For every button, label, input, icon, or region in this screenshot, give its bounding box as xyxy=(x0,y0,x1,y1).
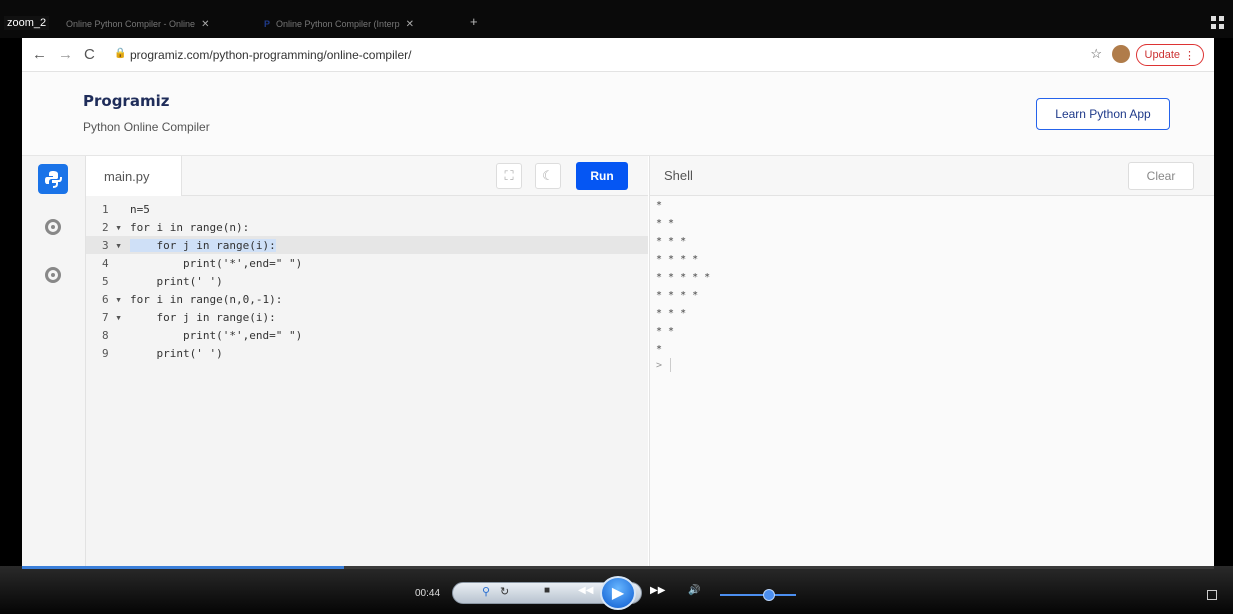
new-tab-icon[interactable]: + xyxy=(470,14,478,29)
code-text: n=5 xyxy=(130,202,150,216)
output-line: * * xyxy=(656,325,675,337)
code-line[interactable]: 8 print('*',end=" ") xyxy=(86,326,648,344)
line-number: 8 xyxy=(102,328,109,342)
shell-caret xyxy=(670,358,671,372)
browser-window: ← → C 🔒 programiz.com/python-programming… xyxy=(22,38,1214,584)
output-line: * * * xyxy=(656,235,687,247)
line-number: 6 ▾ xyxy=(102,292,122,306)
run-button[interactable]: Run xyxy=(576,162,628,190)
code-text: for i in range(n): xyxy=(130,220,250,234)
grid-icon[interactable] xyxy=(1211,16,1225,30)
dark-mode-icon[interactable]: ☾ xyxy=(535,163,561,189)
play-icon: ▶ xyxy=(611,585,625,602)
update-label: Update xyxy=(1144,49,1180,61)
window-title: zoom_2 xyxy=(4,16,50,30)
output-line: * * * xyxy=(656,307,687,319)
code-text: print('*',end=" ") xyxy=(130,328,303,342)
tab-label: Online Python Compiler - Online xyxy=(66,19,196,29)
play-button[interactable]: ▶ xyxy=(600,576,636,610)
programiz-logo[interactable]: Programiz xyxy=(83,92,169,110)
programiz-favicon-icon: P xyxy=(264,19,271,29)
profile-avatar[interactable] xyxy=(1112,45,1130,63)
fullscreen-icon[interactable]: ⛶ xyxy=(496,163,522,189)
browser-tab[interactable]: Online Python Compiler - Online ✕ xyxy=(66,15,209,33)
back-arrow-icon[interactable]: ← xyxy=(32,46,47,63)
line-number: 5 xyxy=(102,274,109,288)
code-text: for i in range(n,0,-1): xyxy=(130,292,283,306)
language-sidebar xyxy=(22,156,86,584)
code-line[interactable]: 1 n=5 xyxy=(86,200,648,218)
line-number: 4 xyxy=(102,256,109,270)
shell-prompt: > xyxy=(656,360,663,371)
volume-icon[interactable]: 🔊 xyxy=(688,585,700,596)
rewind-icon[interactable]: ◀◀ xyxy=(578,585,593,596)
output-line: * * * * xyxy=(656,289,699,301)
line-number: 9 xyxy=(102,346,109,360)
code-text: for j in range(i): xyxy=(130,310,276,324)
screen: zoom_2 Online Python Compiler - Online ✕… xyxy=(0,0,1233,614)
repeat-icon[interactable]: ↻ xyxy=(500,585,509,598)
bookmark-star-icon[interactable]: ☆ xyxy=(1090,46,1102,62)
url-field[interactable]: programiz.com/python-programming/online-… xyxy=(130,48,411,62)
fast-forward-icon[interactable]: ▶▶ xyxy=(650,585,665,596)
site-header: Programiz Python Online Compiler Learn P… xyxy=(22,72,1214,156)
file-tab[interactable]: main.py xyxy=(86,156,182,196)
video-player-bar: 00:44 ⚲ ↻ ■ ◀◀ ▶ ▶▶ 🔊 xyxy=(0,566,1233,614)
code-line[interactable]: 4 print('*',end=" ") xyxy=(86,254,648,272)
code-text-selected: for j in range(i): xyxy=(130,238,276,252)
clear-button[interactable]: Clear xyxy=(1128,162,1194,190)
address-bar: ← → C 🔒 programiz.com/python-programming… xyxy=(22,38,1214,72)
shell-output[interactable]: * * * * * * * * * * * * * * * * * * * * … xyxy=(649,196,1214,584)
code-text: print('*',end=" ") xyxy=(130,256,303,270)
output-line: * * * * * xyxy=(656,271,711,283)
python-language-icon[interactable] xyxy=(38,164,68,194)
stop-icon[interactable]: ■ xyxy=(544,585,550,596)
output-line: * xyxy=(656,343,663,355)
volume-knob[interactable] xyxy=(763,589,775,601)
learn-python-app-button[interactable]: Learn Python App xyxy=(1036,98,1170,130)
line-number: 3 ▾ xyxy=(102,238,122,252)
playback-time: 00:44 xyxy=(415,588,441,599)
output-line: * xyxy=(656,199,663,211)
code-line[interactable]: 6 ▾ for i in range(n,0,-1): xyxy=(86,290,648,308)
output-line: * * xyxy=(656,217,675,229)
code-line[interactable]: 7 ▾ for j in range(i): xyxy=(86,308,648,326)
code-text: print(' ') xyxy=(130,346,223,360)
line-number: 7 ▾ xyxy=(102,310,122,324)
tab-label: Online Python Compiler (Interp xyxy=(276,19,400,29)
code-line[interactable]: 5 print(' ') xyxy=(86,272,648,290)
code-line-active[interactable]: 3 ▾ for j in range(i): xyxy=(86,236,648,254)
fullscreen-toggle-icon[interactable] xyxy=(1207,590,1217,600)
forward-arrow-icon[interactable]: → xyxy=(58,46,73,63)
seek-progress xyxy=(22,566,344,569)
browser-tab-active[interactable]: P Online Python Compiler (Interp ✕ xyxy=(264,15,414,33)
video-title-bar: zoom_2 Online Python Compiler - Online ✕… xyxy=(0,0,1233,38)
code-line[interactable]: 9 print(' ') xyxy=(86,344,648,362)
update-button[interactable]: Update ⋮ xyxy=(1135,44,1204,66)
close-tab-icon[interactable]: ✕ xyxy=(201,19,209,30)
close-tab-icon[interactable]: ✕ xyxy=(406,19,414,30)
lock-icon[interactable]: 🔒 xyxy=(114,48,126,59)
output-line: * * * * xyxy=(656,253,699,265)
line-number: 1 xyxy=(102,202,109,216)
volume-slider[interactable] xyxy=(720,594,796,596)
kebab-menu-icon: ⋮ xyxy=(1184,49,1195,62)
reload-icon[interactable]: C xyxy=(84,46,95,63)
line-number: 2 ▾ xyxy=(102,220,122,234)
shell-title: Shell xyxy=(664,168,693,183)
voice-icon[interactable]: ⚲ xyxy=(482,585,490,598)
page-subtitle: Python Online Compiler xyxy=(83,120,210,134)
code-line[interactable]: 2 ▾ for i in range(n): xyxy=(86,218,648,236)
cpp-language-icon[interactable] xyxy=(38,260,68,290)
editor-toolbar: main.py ⛶ ☾ Run xyxy=(86,156,648,196)
code-text: print(' ') xyxy=(130,274,223,288)
code-editor[interactable]: 1 n=5 2 ▾ for i in range(n): 3 ▾ for j in … xyxy=(86,196,648,584)
c-language-icon[interactable] xyxy=(38,212,68,242)
shell-header: Shell Clear xyxy=(649,156,1214,196)
